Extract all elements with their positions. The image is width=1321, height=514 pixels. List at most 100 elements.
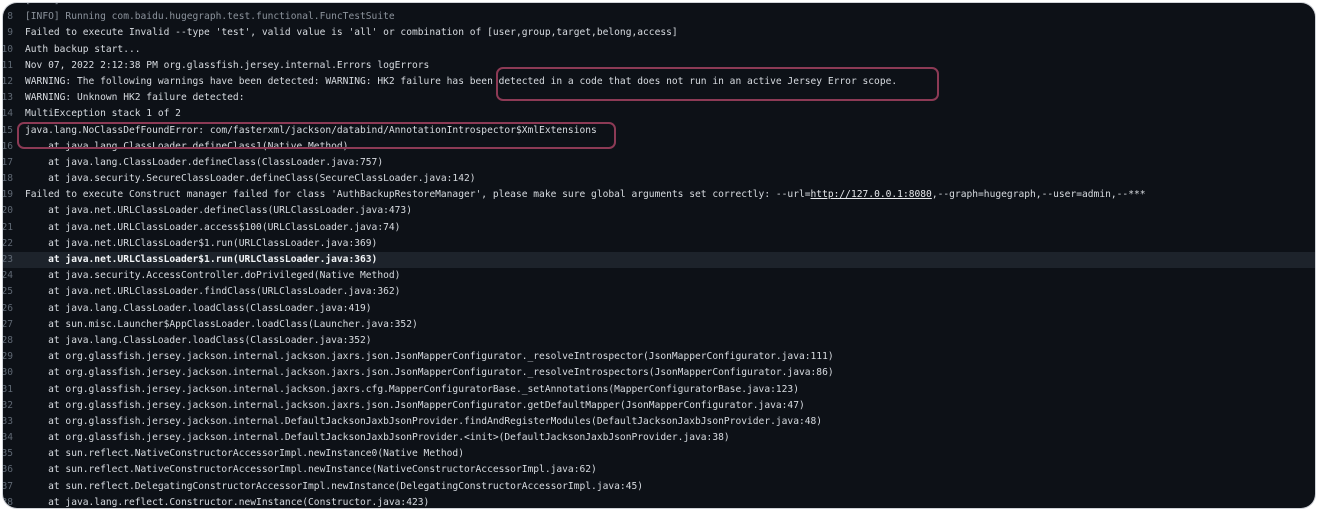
log-text: Nov 07, 2022 2:12:38 PM org.glassfish.je…	[25, 58, 429, 74]
log-line: 38 at java.lang.reflect.Constructor.newI…	[3, 495, 1315, 508]
log-text: at java.net.URLClassLoader$1.run(URLClas…	[25, 252, 377, 268]
line-number: 19	[3, 189, 13, 201]
line-number: 8	[7, 11, 13, 23]
log-text: Auth backup start...	[25, 42, 141, 58]
log-message: at java.security.AccessController.doPriv…	[25, 270, 401, 282]
log-line: 11 Nov 07, 2022 2:12:38 PM org.glassfish.…	[3, 58, 1315, 74]
log-message: at org.glassfish.jersey.jackson.internal…	[25, 399, 805, 411]
log-line: 12 WARNING: The following warnings have b…	[3, 74, 1315, 90]
log-line: 20 at java.net.URLClassLoader.defineClas…	[3, 203, 1315, 219]
log-message: [INFO]	[25, 3, 60, 6]
log-line: 30 at org.glassfish.jersey.jackson.inter…	[3, 365, 1315, 381]
log-text: Failed to execute Construct manager fail…	[25, 187, 1146, 203]
line-number: 23	[3, 254, 13, 265]
log-line: 10 Auth backup start...	[3, 42, 1315, 58]
log-text: at java.security.SecureClassLoader.defin…	[25, 171, 476, 187]
log-text: at org.glassfish.jersey.jackson.internal…	[25, 414, 822, 430]
log-text: WARNING: The following warnings have bee…	[25, 74, 897, 90]
log-line: 36 at sun.reflect.NativeConstructorAcces…	[3, 462, 1315, 478]
log-text: at java.net.URLClassLoader.findClass(URL…	[25, 284, 400, 300]
log-text: MultiException stack 1 of 2	[25, 106, 181, 122]
log-message: at org.glassfish.jersey.jackson.internal…	[25, 432, 730, 444]
line-number: 33	[3, 415, 13, 427]
line-number: 15	[3, 124, 13, 136]
log-message: Auth backup start...	[25, 43, 141, 55]
log-text: at org.glassfish.jersey.jackson.internal…	[25, 430, 730, 446]
line-number: 27	[3, 318, 13, 330]
log-text: at java.lang.reflect.Constructor.newInst…	[25, 495, 429, 508]
log-text: at org.glassfish.jersey.jackson.internal…	[25, 349, 834, 365]
log-text: at java.lang.ClassLoader.loadClass(Class…	[25, 301, 372, 317]
log-message: WARNING: The following warnings have bee…	[25, 75, 898, 87]
log-line: 27 at sun.misc.Launcher$AppClassLoader.l…	[3, 317, 1315, 333]
log-message: at sun.reflect.DelegatingConstructorAcce…	[25, 480, 644, 492]
log-line: 19 Failed to execute Construct manager fa…	[3, 187, 1315, 203]
log-line: 28 at java.lang.ClassLoader.loadClass(Cl…	[3, 333, 1315, 349]
log-message: Failed to execute Invalid --type 'test',…	[25, 27, 678, 39]
line-number: 9	[7, 27, 13, 39]
log-message: at java.net.URLClassLoader$1.run(URLClas…	[25, 254, 378, 265]
log-message: Failed to execute Construct manager fail…	[25, 189, 811, 201]
log-line: 14 MultiException stack 1 of 2	[3, 106, 1315, 122]
line-number: 11	[3, 59, 13, 71]
line-number: 32	[3, 399, 13, 411]
log-line: 33 at org.glassfish.jersey.jackson.inter…	[3, 414, 1315, 430]
log-line: 9 Failed to execute Invalid --type 'test'…	[3, 25, 1315, 41]
log-message: java.lang.NoClassDefFoundError: com/fast…	[25, 124, 597, 136]
log-text: at sun.reflect.DelegatingConstructorAcce…	[25, 479, 643, 495]
line-number: 17	[3, 156, 13, 168]
log-message: at org.glassfish.jersey.jackson.internal…	[25, 351, 834, 363]
line-number: 21	[3, 221, 13, 233]
log-message: at java.lang.ClassLoader.loadClass(Class…	[25, 302, 372, 314]
log-text: at java.security.AccessController.doPriv…	[25, 268, 400, 284]
log-line: 24 at java.security.AccessController.doP…	[3, 268, 1315, 284]
log-text: WARNING: Unknown HK2 failure detected:	[25, 90, 245, 106]
line-number: 12	[3, 75, 13, 87]
line-number: 13	[3, 92, 13, 104]
line-number: 20	[3, 205, 13, 217]
log-message: WARNING: Unknown HK2 failure detected:	[25, 92, 245, 104]
line-number: 26	[3, 302, 13, 314]
log-line: 31 at org.glassfish.jersey.jackson.inter…	[3, 382, 1315, 398]
line-number: 37	[3, 480, 13, 492]
log-message: MultiException stack 1 of 2	[25, 108, 181, 120]
log-message: Nov 07, 2022 2:12:38 PM org.glassfish.je…	[25, 59, 430, 71]
log-text: at org.glassfish.jersey.jackson.internal…	[25, 398, 805, 414]
log-text: at java.net.URLClassLoader.access$100(UR…	[25, 220, 400, 236]
line-number: 22	[3, 237, 13, 249]
log-message: at java.net.URLClassLoader.defineClass(U…	[25, 205, 412, 217]
log-text: at org.glassfish.jersey.jackson.internal…	[25, 365, 834, 381]
log-message: at org.glassfish.jersey.jackson.internal…	[25, 383, 799, 395]
line-number: 16	[3, 140, 13, 152]
log-message: at org.glassfish.jersey.jackson.internal…	[25, 367, 834, 379]
line-number: 34	[3, 432, 13, 444]
log-message: [INFO] Running com.baidu.hugegraph.test.…	[25, 11, 395, 23]
log-text: at sun.misc.Launcher$AppClassLoader.load…	[25, 317, 418, 333]
log-text: at java.lang.ClassLoader.defineClass1(Na…	[25, 139, 348, 155]
log-text: at sun.reflect.NativeConstructorAccessor…	[25, 462, 597, 478]
log-message: at java.net.URLClassLoader.findClass(URL…	[25, 286, 401, 298]
log-line: 17 at java.lang.ClassLoader.defineClass(…	[3, 155, 1315, 171]
log-message: at java.security.SecureClassLoader.defin…	[25, 173, 476, 185]
log-text: java.lang.NoClassDefFoundError: com/fast…	[25, 123, 597, 139]
log-line: 18 at java.security.SecureClassLoader.de…	[3, 171, 1315, 187]
log-message: at sun.misc.Launcher$AppClassLoader.load…	[25, 318, 418, 330]
log-message: at sun.reflect.NativeConstructorAccessor…	[25, 448, 464, 460]
log-message: at java.lang.ClassLoader.loadClass(Class…	[25, 334, 372, 346]
log-viewer[interactable]: 7[INFO]8[INFO] Running com.baidu.hugegra…	[3, 3, 1315, 508]
line-number: 36	[3, 464, 13, 476]
line-number: 31	[3, 383, 13, 395]
log-line: 32 at org.glassfish.jersey.jackson.inter…	[3, 398, 1315, 414]
log-message: at java.net.URLClassLoader.access$100(UR…	[25, 221, 401, 233]
log-output[interactable]: 7[INFO]8[INFO] Running com.baidu.hugegra…	[3, 3, 1315, 508]
log-line: 13 WARNING: Unknown HK2 failure detected:	[3, 90, 1315, 106]
line-number: 10	[3, 43, 13, 55]
log-line: 35 at sun.reflect.NativeConstructorAcces…	[3, 446, 1315, 462]
server-url-link[interactable]: http://127.0.0.1:8080	[811, 189, 932, 200]
log-text: at java.net.URLClassLoader.defineClass(U…	[25, 203, 412, 219]
line-number: 28	[3, 334, 13, 346]
log-message-tail: ,--graph=hugegraph,--user=admin,--***	[931, 189, 1146, 201]
log-message: at java.lang.ClassLoader.defineClass(Cla…	[25, 156, 384, 168]
line-number: 38	[3, 496, 13, 508]
log-message: at java.lang.reflect.Constructor.newInst…	[25, 496, 430, 508]
